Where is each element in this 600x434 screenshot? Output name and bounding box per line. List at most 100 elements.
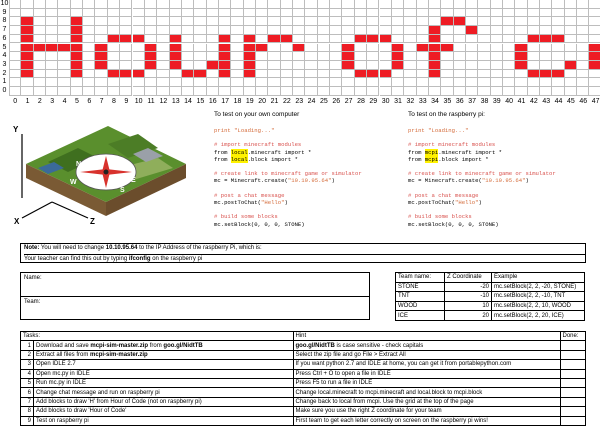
grid-cell bbox=[21, 52, 34, 61]
grid-cell bbox=[577, 78, 590, 87]
grid-cell bbox=[342, 8, 355, 18]
grid-cell bbox=[367, 43, 380, 53]
name-field[interactable]: Name: bbox=[21, 273, 369, 297]
column-label: 31 bbox=[394, 97, 402, 105]
grid-cell bbox=[453, 52, 466, 61]
grid-cell bbox=[527, 78, 541, 87]
grid-cell bbox=[293, 78, 306, 87]
grid-cell bbox=[589, 60, 600, 70]
grid-cell bbox=[330, 43, 343, 53]
grid-cell bbox=[453, 43, 466, 53]
column-label: 16 bbox=[208, 97, 217, 105]
task-done-cell[interactable] bbox=[559, 368, 586, 379]
grid-cell bbox=[280, 87, 294, 96]
grid-cell bbox=[58, 0, 71, 9]
task-done-cell[interactable] bbox=[559, 406, 586, 417]
grid-cell bbox=[46, 8, 59, 18]
task-number: 6 bbox=[20, 387, 34, 398]
grid-cell bbox=[564, 69, 578, 79]
grid-cell bbox=[416, 78, 429, 87]
grid-cell bbox=[391, 17, 405, 27]
grid-cell bbox=[70, 69, 84, 79]
grid-cell bbox=[564, 8, 578, 18]
grid-cell bbox=[515, 8, 528, 18]
grid-cell bbox=[404, 60, 417, 70]
grid-cell bbox=[144, 78, 158, 87]
grid-cell bbox=[107, 17, 121, 27]
task-number: 5 bbox=[20, 377, 34, 389]
grid-cell bbox=[231, 69, 244, 79]
grid-cell bbox=[391, 60, 405, 70]
grid-cell bbox=[330, 60, 343, 70]
grid-cell bbox=[354, 87, 368, 96]
grid-cell bbox=[577, 17, 590, 27]
grid-cell bbox=[83, 34, 96, 44]
task-done-cell[interactable] bbox=[559, 396, 586, 408]
task-text: Download and save mcpi-sim-master.zip fr… bbox=[33, 340, 294, 351]
grid-cell bbox=[515, 17, 528, 27]
grid-cell bbox=[540, 60, 553, 70]
grid-cell bbox=[181, 17, 195, 27]
grid-cell bbox=[490, 87, 503, 96]
grid-cell bbox=[218, 60, 232, 70]
grid-cell bbox=[564, 34, 578, 44]
grid-cell bbox=[478, 8, 491, 18]
grid-cell bbox=[379, 52, 392, 61]
task-hint: Change local.minecraft to mcpi.minecraft… bbox=[292, 387, 561, 398]
column-label: 25 bbox=[320, 97, 328, 105]
grid-cell bbox=[441, 60, 454, 70]
grid-cell bbox=[206, 87, 219, 96]
grid-cell bbox=[515, 69, 528, 79]
grid-cell bbox=[317, 43, 331, 53]
task-done-cell[interactable] bbox=[559, 415, 586, 426]
grid-cell bbox=[367, 34, 380, 44]
grid-cell bbox=[231, 17, 244, 27]
grid-cell bbox=[231, 34, 244, 44]
grid-cell bbox=[416, 87, 429, 96]
grid-cell bbox=[83, 0, 96, 9]
grid-cell bbox=[515, 26, 528, 35]
grid-cell bbox=[243, 26, 256, 35]
grid-cell bbox=[305, 34, 318, 44]
grid-cell bbox=[441, 52, 454, 61]
grid-cell bbox=[441, 78, 454, 87]
task-done-cell[interactable] bbox=[559, 359, 586, 370]
grid-cell bbox=[342, 60, 355, 70]
grid-cell bbox=[540, 87, 553, 96]
task-done-cell[interactable] bbox=[559, 340, 586, 351]
column-label: 24 bbox=[307, 97, 316, 105]
grid-cell bbox=[218, 52, 232, 61]
grid-cell bbox=[58, 8, 71, 18]
grid-cell bbox=[527, 26, 541, 35]
column-label: 0 bbox=[13, 97, 18, 105]
grid-cell bbox=[107, 26, 121, 35]
grid-cell bbox=[95, 60, 108, 70]
grid-cell bbox=[552, 78, 565, 87]
grid-cell bbox=[416, 69, 429, 79]
grid-cell bbox=[428, 0, 442, 9]
grid-cell bbox=[95, 52, 108, 61]
grid-cell bbox=[9, 17, 22, 27]
task-done-cell[interactable] bbox=[559, 377, 586, 389]
grid-cell bbox=[404, 8, 417, 18]
grid-cell bbox=[453, 8, 466, 18]
column-label: 12 bbox=[159, 97, 168, 105]
task-done-cell[interactable] bbox=[559, 387, 586, 398]
grid-cell bbox=[330, 8, 343, 18]
grid-cell bbox=[515, 78, 528, 87]
grid-cell bbox=[194, 52, 207, 61]
grid-cell bbox=[367, 69, 380, 79]
table-row: ICE 20 mc.setBlock(2, 2, 20, ICE) bbox=[395, 310, 585, 321]
grid-cell bbox=[256, 0, 269, 9]
task-text: Extract all files from mcpi-sim-master.z… bbox=[33, 349, 294, 361]
grid-cell bbox=[58, 60, 71, 70]
team-field[interactable]: Team: bbox=[21, 297, 369, 321]
grid-cell bbox=[83, 60, 96, 70]
grid-cell bbox=[9, 69, 22, 79]
grid-cell bbox=[527, 60, 541, 70]
grid-cell bbox=[503, 87, 516, 96]
task-done-cell[interactable] bbox=[559, 349, 586, 361]
grid-cell bbox=[268, 43, 281, 53]
grid-cell bbox=[589, 70, 600, 79]
task-hint: If you want python 2.7 and IDLE at home,… bbox=[292, 359, 561, 370]
